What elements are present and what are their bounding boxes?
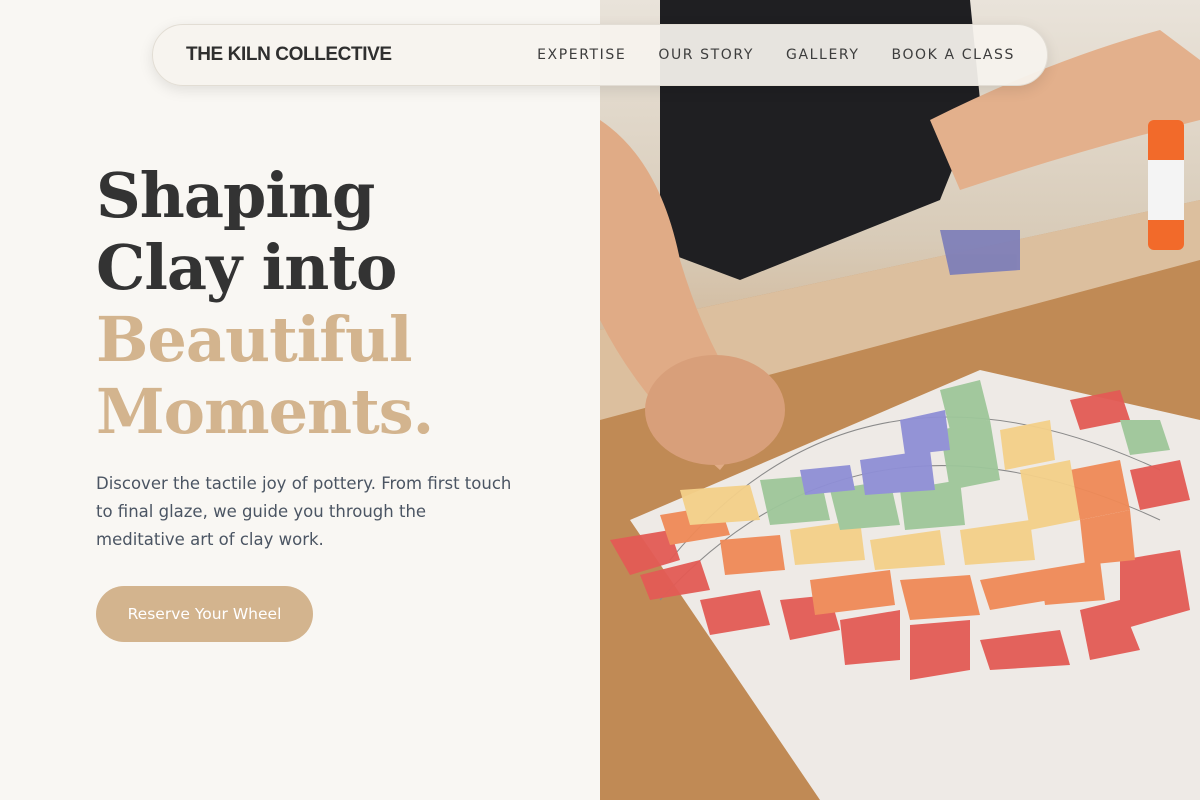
hero-image bbox=[600, 0, 1200, 800]
brand-logo[interactable]: THE KILN COLLECTIVE bbox=[186, 44, 392, 66]
headline-line-2: Clay into bbox=[96, 231, 397, 304]
nav-link-our-story[interactable]: OUR STORY bbox=[658, 47, 754, 63]
navbar: THE KILN COLLECTIVE EXPERTISE OUR STORY … bbox=[152, 24, 1048, 86]
headline-line-1: Shaping bbox=[96, 159, 375, 232]
hero-description: Discover the tactile joy of pottery. Fro… bbox=[96, 474, 512, 549]
nav-link-book-a-class[interactable]: BOOK A CLASS bbox=[891, 47, 1015, 63]
reserve-wheel-button[interactable]: Reserve Your Wheel bbox=[96, 586, 313, 642]
nav-link-expertise[interactable]: EXPERTISE bbox=[537, 47, 626, 63]
headline-line-3: Beautiful bbox=[96, 303, 413, 376]
headline-line-4: Moments. bbox=[96, 375, 434, 448]
hero-headline: Shaping Clay into Beautiful Moments. bbox=[96, 159, 434, 448]
nav-links: EXPERTISE OUR STORY GALLERY BOOK A CLASS bbox=[537, 47, 1015, 63]
nav-link-gallery[interactable]: GALLERY bbox=[786, 47, 859, 63]
